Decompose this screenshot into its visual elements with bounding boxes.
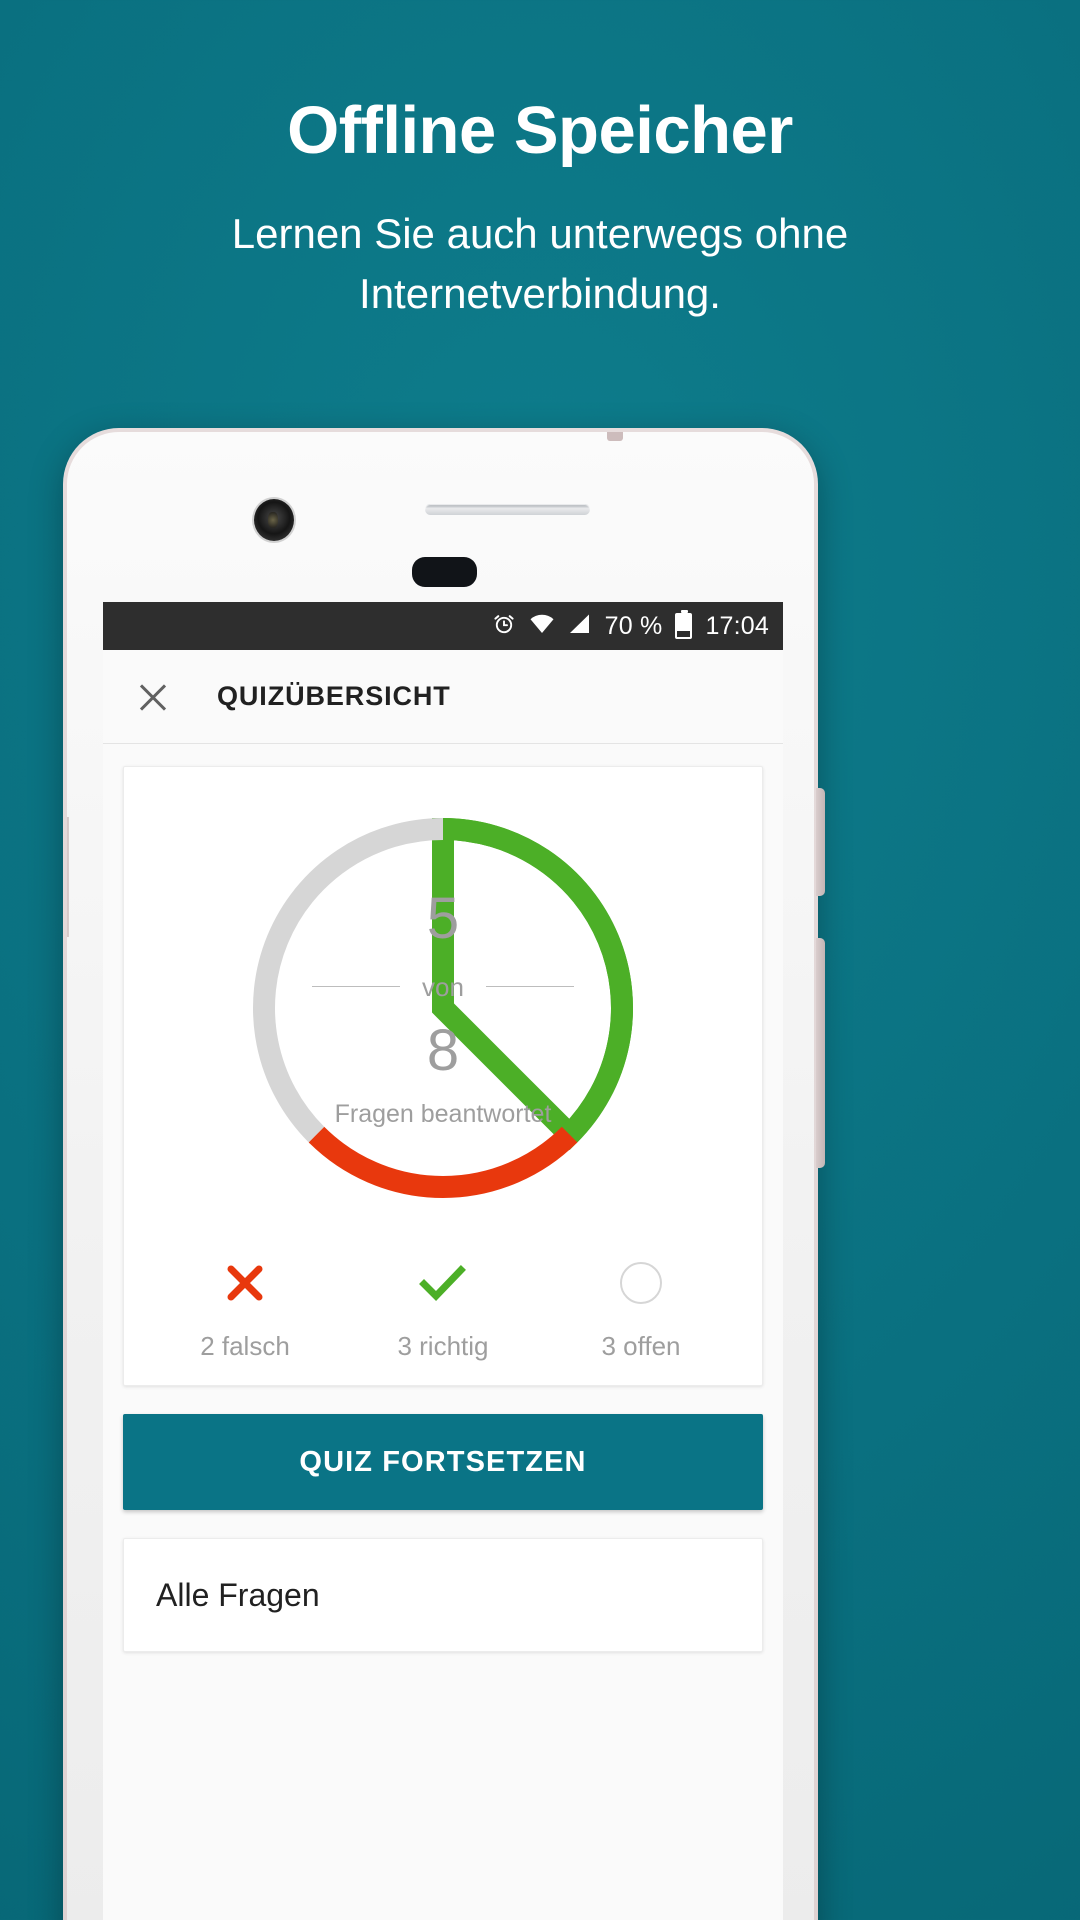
battery-percent-label: 70 % (604, 611, 663, 640)
stats-row: 2 falsch 3 richtig 3 offen (124, 1255, 762, 1359)
stat-correct: 3 richtig (344, 1255, 542, 1359)
close-x-icon[interactable] (133, 677, 173, 717)
app-bar: QUIZÜBERSICHT (103, 650, 783, 744)
phone-body: 70 % 17:04 QUIZÜBERSICHT 5 von 8 Fragen … (67, 432, 814, 1920)
donut-svg (253, 817, 633, 1198)
empty-circle-icon (620, 1255, 662, 1311)
earpiece-speaker (425, 504, 590, 515)
power-button[interactable] (816, 788, 825, 896)
donut-arc-wrong (308, 1126, 578, 1198)
alarm-clock-icon (492, 612, 516, 641)
wifi-icon (529, 613, 555, 640)
antenna-line (607, 432, 623, 441)
continue-quiz-button[interactable]: QUIZ FORTSETZEN (123, 1414, 763, 1510)
cell-signal-icon (568, 613, 592, 640)
quiz-summary-card: 5 von 8 Fragen beantwortet 2 falsch 3 ri… (123, 766, 763, 1386)
status-bar: 70 % 17:04 (103, 602, 783, 650)
all-questions-title: Alle Fragen (156, 1577, 320, 1613)
stat-open: 3 offen (542, 1255, 740, 1359)
page-subtitle: Lernen Sie auch unterwegs ohne Internetv… (231, 210, 849, 317)
volume-button-left[interactable] (67, 817, 69, 937)
stat-open-label: 3 offen (601, 1331, 681, 1361)
front-camera-icon (254, 499, 294, 541)
clock-label: 17:04 (705, 611, 769, 640)
donut-arc-open (253, 818, 444, 1143)
stat-correct-label: 3 richtig (397, 1331, 489, 1361)
screen-content: 5 von 8 Fragen beantwortet 2 falsch 3 ri… (103, 744, 783, 1920)
app-bar-title: QUIZÜBERSICHT (217, 681, 451, 711)
check-icon (418, 1255, 468, 1311)
stat-wrong: 2 falsch (146, 1255, 344, 1359)
promo-header: Offline Speicher Lernen Sie auch unterwe… (0, 0, 1080, 324)
progress-donut-chart: 5 von 8 Fragen beantwortet (242, 807, 644, 1209)
phone-mockup: 70 % 17:04 QUIZÜBERSICHT 5 von 8 Fragen … (63, 428, 825, 1920)
battery-icon (675, 610, 693, 639)
all-questions-card[interactable]: Alle Fragen (123, 1538, 763, 1652)
page-title: Offline Speicher (287, 93, 793, 168)
stat-wrong-label: 2 falsch (200, 1331, 290, 1361)
cross-icon (222, 1255, 268, 1311)
volume-button[interactable] (816, 938, 825, 1168)
phone-screen: 70 % 17:04 QUIZÜBERSICHT 5 von 8 Fragen … (103, 602, 783, 1920)
proximity-sensor (412, 557, 477, 587)
